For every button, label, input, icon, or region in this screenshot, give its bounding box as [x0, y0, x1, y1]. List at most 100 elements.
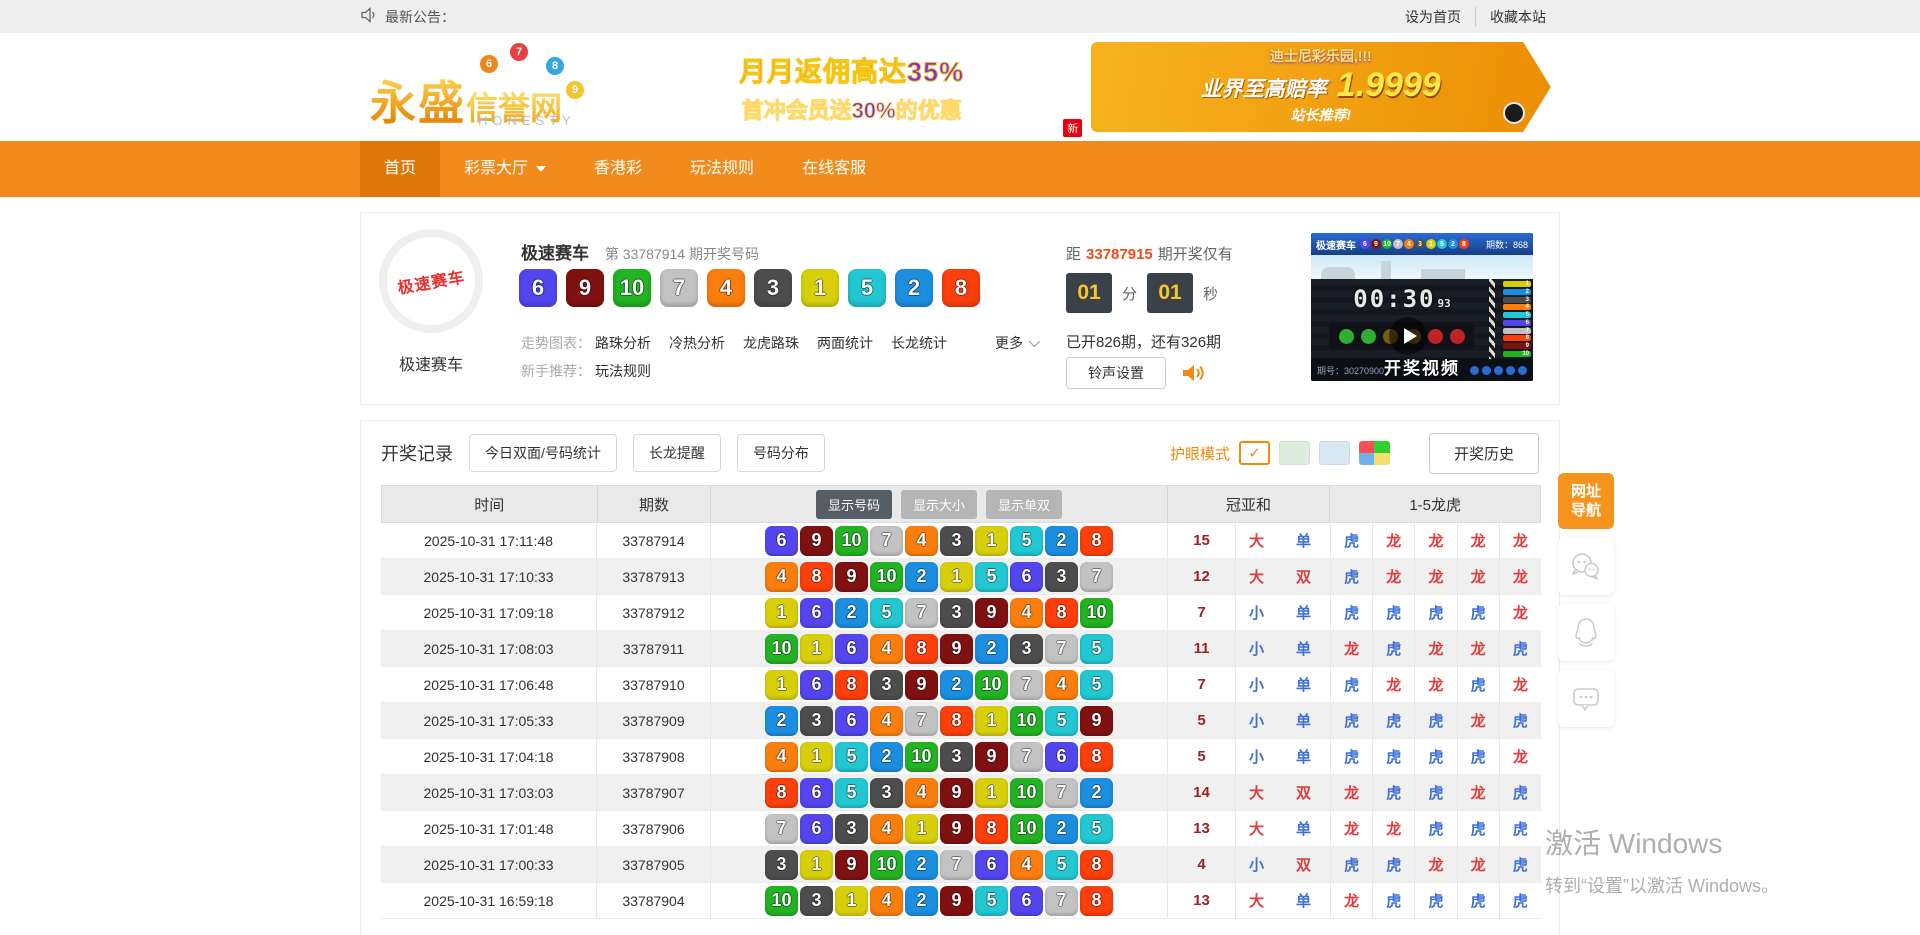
- ball-2: 2: [905, 850, 938, 880]
- draw-number: 33787914: [623, 246, 685, 262]
- site-logo[interactable]: 永盛信誉网 HONESTY 7869: [360, 41, 610, 133]
- nav-item-彩票大厅[interactable]: 彩票大厅: [440, 141, 570, 197]
- row-dragon-tiger: 虎: [1372, 703, 1414, 738]
- ball-4: 4: [905, 778, 938, 808]
- table-row: 2025-10-31 17:06:4833787910168392107457小…: [381, 667, 1541, 703]
- ball-7: 7: [905, 598, 938, 628]
- row-dragon-tiger: 龙: [1330, 775, 1372, 810]
- records-button-号码分布[interactable]: 号码分布: [737, 434, 825, 472]
- set-home-link[interactable]: 设为首页: [1391, 7, 1475, 27]
- ball-1: 1: [800, 850, 833, 880]
- row-dragon-tiger: 龙: [1499, 667, 1541, 702]
- bookmark-link[interactable]: 收藏本站: [1475, 7, 1560, 27]
- eye-mode-green-swatch[interactable]: [1279, 441, 1310, 465]
- bell-settings-button[interactable]: 铃声设置: [1066, 357, 1166, 389]
- row-period: 33787913: [596, 559, 710, 594]
- row-dragon-tiger: 虎: [1330, 847, 1372, 882]
- row-dragon-tiger: 虎: [1330, 703, 1372, 738]
- ball-9: 9: [800, 526, 833, 556]
- ball-6: 6: [1010, 562, 1043, 592]
- logo-ball-decor: 7: [510, 43, 528, 61]
- nav-item-在线客服[interactable]: 在线客服: [778, 141, 890, 197]
- speaker-icon: [360, 7, 378, 26]
- display-button-显示单双[interactable]: 显示单双: [986, 490, 1062, 519]
- row-sum: 7: [1167, 595, 1235, 630]
- countdown-suffix: 期开奖仅有: [1158, 246, 1233, 263]
- ball-5: 5: [1045, 850, 1078, 880]
- ball-4: 4: [1010, 850, 1043, 880]
- row-sum: 13: [1167, 811, 1235, 846]
- seconds-unit: 秒: [1203, 283, 1218, 304]
- row-dragon-tiger: 虎: [1457, 739, 1499, 774]
- row-dragon-tiger: 龙: [1372, 559, 1414, 594]
- records-button-今日双面/号码统计[interactable]: 今日双面/号码统计: [469, 434, 617, 472]
- row-numbers: 76341981025: [710, 811, 1167, 846]
- ball-8: 8: [835, 670, 868, 700]
- ball-4: 4: [870, 886, 903, 916]
- ball-4: 4: [765, 742, 798, 772]
- video-ball-9: 9: [1371, 239, 1381, 249]
- ball-9: 9: [566, 269, 604, 307]
- draw-history-button[interactable]: 开奖历史: [1429, 433, 1539, 474]
- row-sum: 15: [1167, 523, 1235, 558]
- ball-8: 8: [765, 778, 798, 808]
- sound-icon[interactable]: [1180, 362, 1206, 384]
- records-button-长龙提醒[interactable]: 长龙提醒: [633, 434, 721, 472]
- trend-link-路珠分析[interactable]: 路珠分析: [595, 333, 651, 353]
- ball-9: 9: [835, 562, 868, 592]
- eye-mode-blue-swatch[interactable]: [1319, 441, 1350, 465]
- video-ball-10: 10: [1382, 239, 1392, 249]
- draw-video-panel[interactable]: 极速赛车 69107431528 期数：868 00:3093 12345678…: [1311, 233, 1533, 381]
- nav-item-首页[interactable]: 首页: [360, 141, 440, 197]
- trend-link-两面统计[interactable]: 两面统计: [817, 333, 873, 353]
- row-dragon-tiger: 虎: [1457, 667, 1499, 702]
- ball-9: 9: [940, 778, 973, 808]
- ball-7: 7: [660, 269, 698, 307]
- ball-3: 3: [940, 742, 973, 772]
- trend-link-冷热分析[interactable]: 冷热分析: [669, 333, 725, 353]
- ball-2: 2: [895, 269, 933, 307]
- countdown-seconds: 01: [1147, 273, 1193, 313]
- chat-contact-button[interactable]: [1558, 670, 1614, 727]
- video-timer-ms: 93: [1438, 297, 1451, 310]
- video-countdown: 00:3093: [1311, 285, 1493, 313]
- promo-banner-left[interactable]: 月月返佣高达35% 首冲会员送30%的优惠: [640, 50, 1063, 125]
- more-link[interactable]: 更多: [995, 333, 1037, 353]
- display-button-显示大小[interactable]: 显示大小: [901, 490, 977, 519]
- row-dragon-tiger: 虎: [1330, 559, 1372, 594]
- video-track: 00:3093 12345678910: [1311, 279, 1533, 359]
- play-button-icon[interactable]: [1389, 317, 1427, 355]
- promo-banner[interactable]: 月月返佣高达35% 首冲会员送30%的优惠 新 迪士尼彩乐园,!!! 业界至高赔…: [640, 39, 1560, 135]
- announcement-bar: 最新公告： 设为首页 收藏本站: [0, 0, 1920, 33]
- eye-mode-default-checkbox[interactable]: ✓: [1239, 441, 1270, 465]
- row-period: 33787907: [596, 775, 710, 810]
- rules-link[interactable]: 玩法规则: [595, 361, 651, 381]
- nav-item-玩法规则[interactable]: 玩法规则: [666, 141, 778, 197]
- ball-3: 3: [870, 778, 903, 808]
- ball-7: 7: [940, 850, 973, 880]
- display-button-显示号码[interactable]: 显示号码: [816, 490, 892, 519]
- promo-line2: 首冲会员送30%的优惠: [640, 93, 1063, 125]
- row-dragon-tiger: 虎: [1330, 595, 1372, 630]
- row-parity: 单: [1277, 739, 1330, 774]
- ball-10: 10: [1010, 778, 1043, 808]
- nav-item-香港彩[interactable]: 香港彩: [570, 141, 666, 197]
- promo-banner-right[interactable]: 迪士尼彩乐园,!!! 业界至高赔率 1.9999 站长推荐!: [1091, 42, 1551, 132]
- row-sum: 13: [1167, 883, 1235, 918]
- eye-mode-color-swatch[interactable]: [1359, 441, 1390, 465]
- table-row: 2025-10-31 17:00:3333787905319102764584小…: [381, 847, 1541, 883]
- row-dragon-tiger: 龙: [1372, 523, 1414, 558]
- ball-9: 9: [1080, 706, 1113, 736]
- qq-contact-button[interactable]: [1558, 604, 1614, 661]
- ball-8: 8: [1080, 886, 1113, 916]
- ball-7: 7: [905, 706, 938, 736]
- video-car-8: 8: [1503, 335, 1531, 341]
- trend-link-长龙统计[interactable]: 长龙统计: [891, 333, 947, 353]
- video-car-5: 5: [1503, 312, 1531, 318]
- trend-link-龙虎路珠[interactable]: 龙虎路珠: [743, 333, 799, 353]
- wechat-contact-button[interactable]: [1558, 538, 1614, 595]
- video-ball-3: 3: [1415, 239, 1425, 249]
- site-nav-badge[interactable]: 网址 导航: [1558, 473, 1614, 529]
- ball-8: 8: [940, 706, 973, 736]
- row-numbers: 10164892375: [710, 631, 1167, 666]
